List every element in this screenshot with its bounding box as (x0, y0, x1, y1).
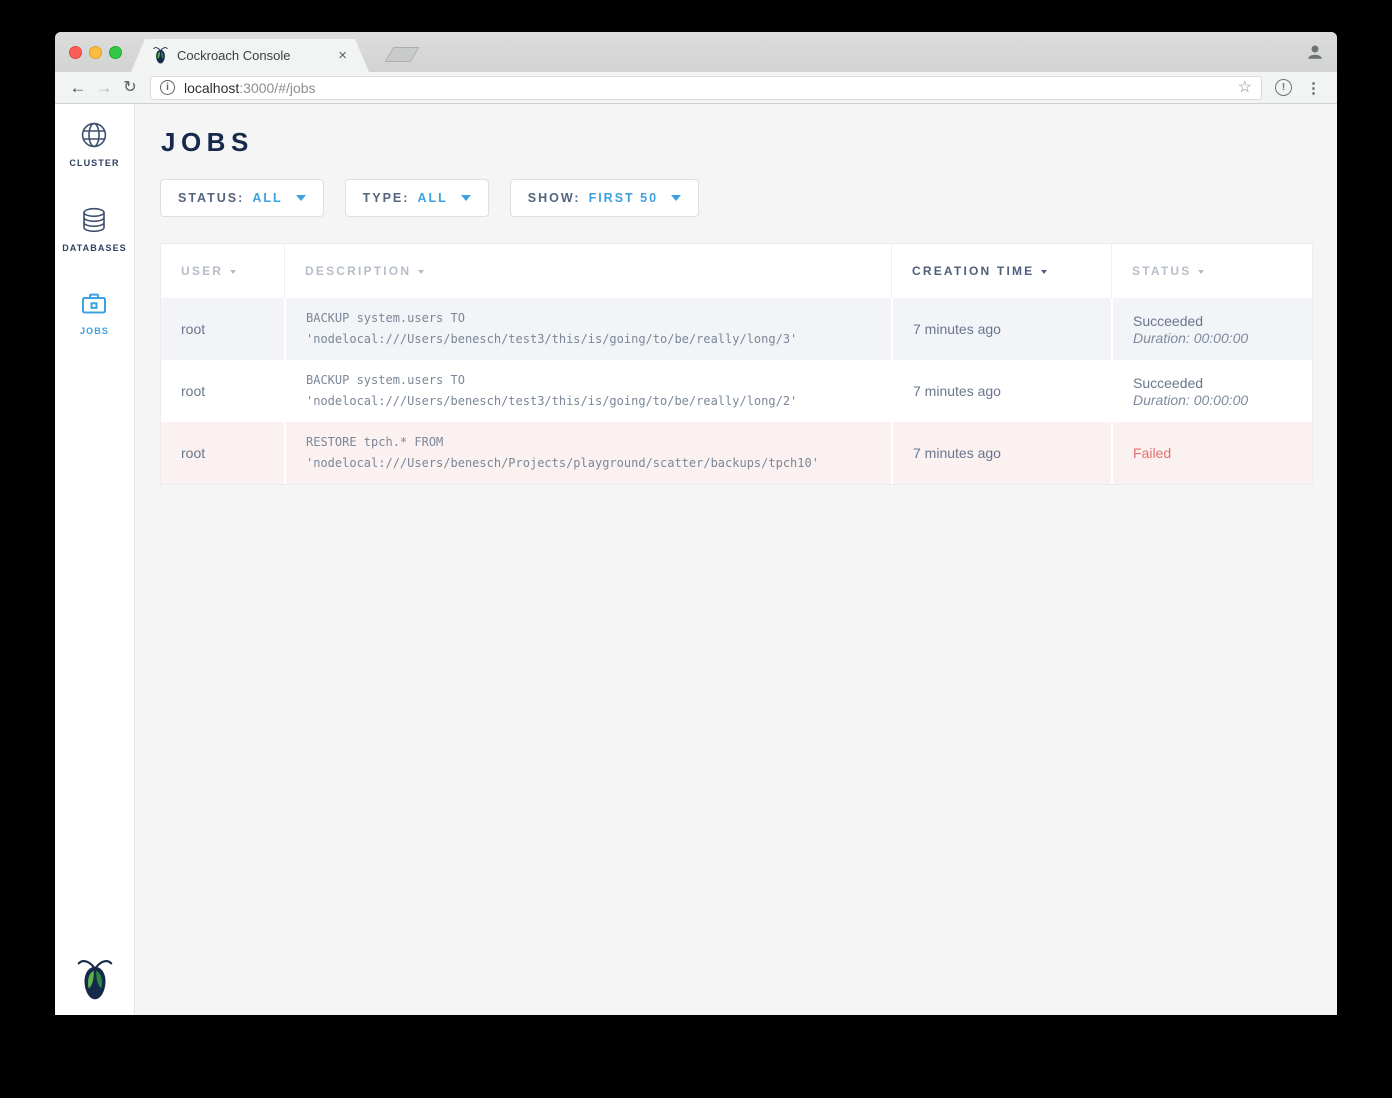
description-line: RESTORE tpch.* FROM (306, 432, 891, 453)
column-label: USER (181, 264, 223, 278)
sidebar-item-databases[interactable]: DATABASES (62, 206, 127, 253)
sort-arrow-icon (1198, 270, 1204, 274)
zoom-window-button[interactable] (109, 46, 122, 59)
column-label: STATUS (1132, 264, 1191, 278)
tab-strip: Cockroach Console × (55, 32, 1337, 72)
close-window-button[interactable] (69, 46, 82, 59)
browser-toolbar: ← → ↻ i localhost:3000/#/jobs ☆ ! ⋮ (55, 72, 1337, 104)
globe-icon (80, 121, 108, 149)
table-header-row: USER DESCRIPTION CREATION TIME STATUS (161, 244, 1312, 298)
description-line: 'nodelocal:///Users/benesch/test3/this/i… (306, 391, 891, 412)
bookmark-star-icon[interactable]: ☆ (1238, 80, 1252, 96)
browser-tab[interactable]: Cockroach Console × (131, 39, 369, 72)
briefcase-icon (80, 291, 108, 317)
forward-icon[interactable]: → (91, 79, 117, 96)
sort-arrow-icon (1041, 270, 1047, 274)
duration-label: Duration: 00:00:00 (1133, 330, 1312, 346)
tab-close-icon[interactable]: × (338, 48, 347, 63)
page-info-icon[interactable]: i (160, 80, 175, 95)
job-creation-time: 7 minutes ago (891, 298, 1111, 360)
profile-icon[interactable] (1306, 43, 1324, 61)
filter-value: ALL (417, 191, 447, 205)
column-header-status[interactable]: STATUS (1111, 244, 1312, 298)
sort-arrow-icon (418, 270, 424, 274)
new-tab-button[interactable] (385, 47, 420, 62)
job-status: Succeeded Duration: 00:00:00 (1111, 360, 1312, 422)
chevron-down-icon (296, 195, 306, 201)
job-creation-time: 7 minutes ago (891, 360, 1111, 422)
tab-title: Cockroach Console (177, 48, 338, 63)
job-user: root (161, 422, 284, 484)
job-user: root (161, 360, 284, 422)
job-status: Failed (1111, 422, 1312, 484)
column-header-description[interactable]: DESCRIPTION (284, 244, 891, 298)
duration-label: Duration: 00:00:00 (1133, 392, 1312, 408)
job-user: root (161, 298, 284, 360)
jobs-table: USER DESCRIPTION CREATION TIME STATUS ro… (160, 243, 1313, 485)
cockroach-logo-icon (77, 957, 112, 1003)
sidebar: CLUSTER DATABASES (55, 104, 135, 1015)
table-row[interactable]: root BACKUP system.users TO 'nodelocal:/… (161, 298, 1312, 360)
column-label: DESCRIPTION (305, 264, 411, 278)
cockroach-favicon-icon (153, 46, 168, 65)
status-label: Succeeded (1133, 313, 1312, 329)
filter-label: SHOW: (528, 191, 581, 205)
job-description: BACKUP system.users TO 'nodelocal:///Use… (284, 360, 891, 422)
filter-label: STATUS: (178, 191, 244, 205)
job-description: RESTORE tpch.* FROM 'nodelocal:///Users/… (284, 422, 891, 484)
description-line: BACKUP system.users TO (306, 308, 891, 329)
filter-value: FIRST 50 (589, 191, 659, 205)
extension-icon[interactable]: ! (1275, 79, 1292, 96)
description-line: 'nodelocal:///Users/benesch/Projects/pla… (306, 453, 891, 474)
browser-window: Cockroach Console × ← → ↻ i localhost:30… (55, 32, 1337, 1015)
filter-value: ALL (252, 191, 282, 205)
filter-label: TYPE: (363, 191, 410, 205)
back-icon[interactable]: ← (65, 79, 91, 96)
reload-icon[interactable]: ↻ (117, 80, 143, 96)
window-controls (69, 46, 122, 59)
column-header-creation-time[interactable]: CREATION TIME (891, 244, 1111, 298)
table-row[interactable]: root BACKUP system.users TO 'nodelocal:/… (161, 360, 1312, 422)
jobs-page: JOBS STATUS: ALL TYPE: ALL SHOW: FIRS (135, 104, 1337, 1015)
app-content: CLUSTER DATABASES (55, 104, 1337, 1015)
minimize-window-button[interactable] (89, 46, 102, 59)
status-label: Succeeded (1133, 375, 1312, 391)
chrome-menu-icon[interactable]: ⋮ (1300, 79, 1327, 97)
description-line: 'nodelocal:///Users/benesch/test3/this/i… (306, 329, 891, 350)
job-status: Succeeded Duration: 00:00:00 (1111, 298, 1312, 360)
job-creation-time: 7 minutes ago (891, 422, 1111, 484)
sidebar-item-cluster[interactable]: CLUSTER (69, 121, 119, 168)
description-line: BACKUP system.users TO (306, 370, 891, 391)
show-filter-dropdown[interactable]: SHOW: FIRST 50 (510, 179, 699, 217)
filter-bar: STATUS: ALL TYPE: ALL SHOW: FIRST 50 (160, 179, 1311, 217)
database-icon (80, 206, 108, 234)
url-path: :3000/#/jobs (239, 80, 315, 96)
page-title: JOBS (161, 127, 1311, 158)
desktop-background: Cockroach Console × ← → ↻ i localhost:30… (0, 0, 1392, 1098)
sidebar-item-label: CLUSTER (69, 158, 119, 168)
column-header-user[interactable]: USER (161, 244, 284, 298)
status-filter-dropdown[interactable]: STATUS: ALL (160, 179, 324, 217)
sidebar-item-label: JOBS (80, 326, 109, 336)
address-bar[interactable]: i localhost:3000/#/jobs ☆ (150, 76, 1262, 100)
column-label: CREATION TIME (912, 264, 1034, 278)
chevron-down-icon (461, 195, 471, 201)
sort-arrow-icon (230, 270, 236, 274)
table-row[interactable]: root RESTORE tpch.* FROM 'nodelocal:///U… (161, 422, 1312, 484)
sidebar-item-jobs[interactable]: JOBS (80, 291, 109, 336)
url-text[interactable]: localhost:3000/#/jobs (184, 80, 316, 96)
chevron-down-icon (671, 195, 681, 201)
status-label: Failed (1133, 445, 1312, 461)
url-host: localhost (184, 80, 239, 96)
job-description: BACKUP system.users TO 'nodelocal:///Use… (284, 298, 891, 360)
sidebar-item-label: DATABASES (62, 243, 127, 253)
type-filter-dropdown[interactable]: TYPE: ALL (345, 179, 489, 217)
